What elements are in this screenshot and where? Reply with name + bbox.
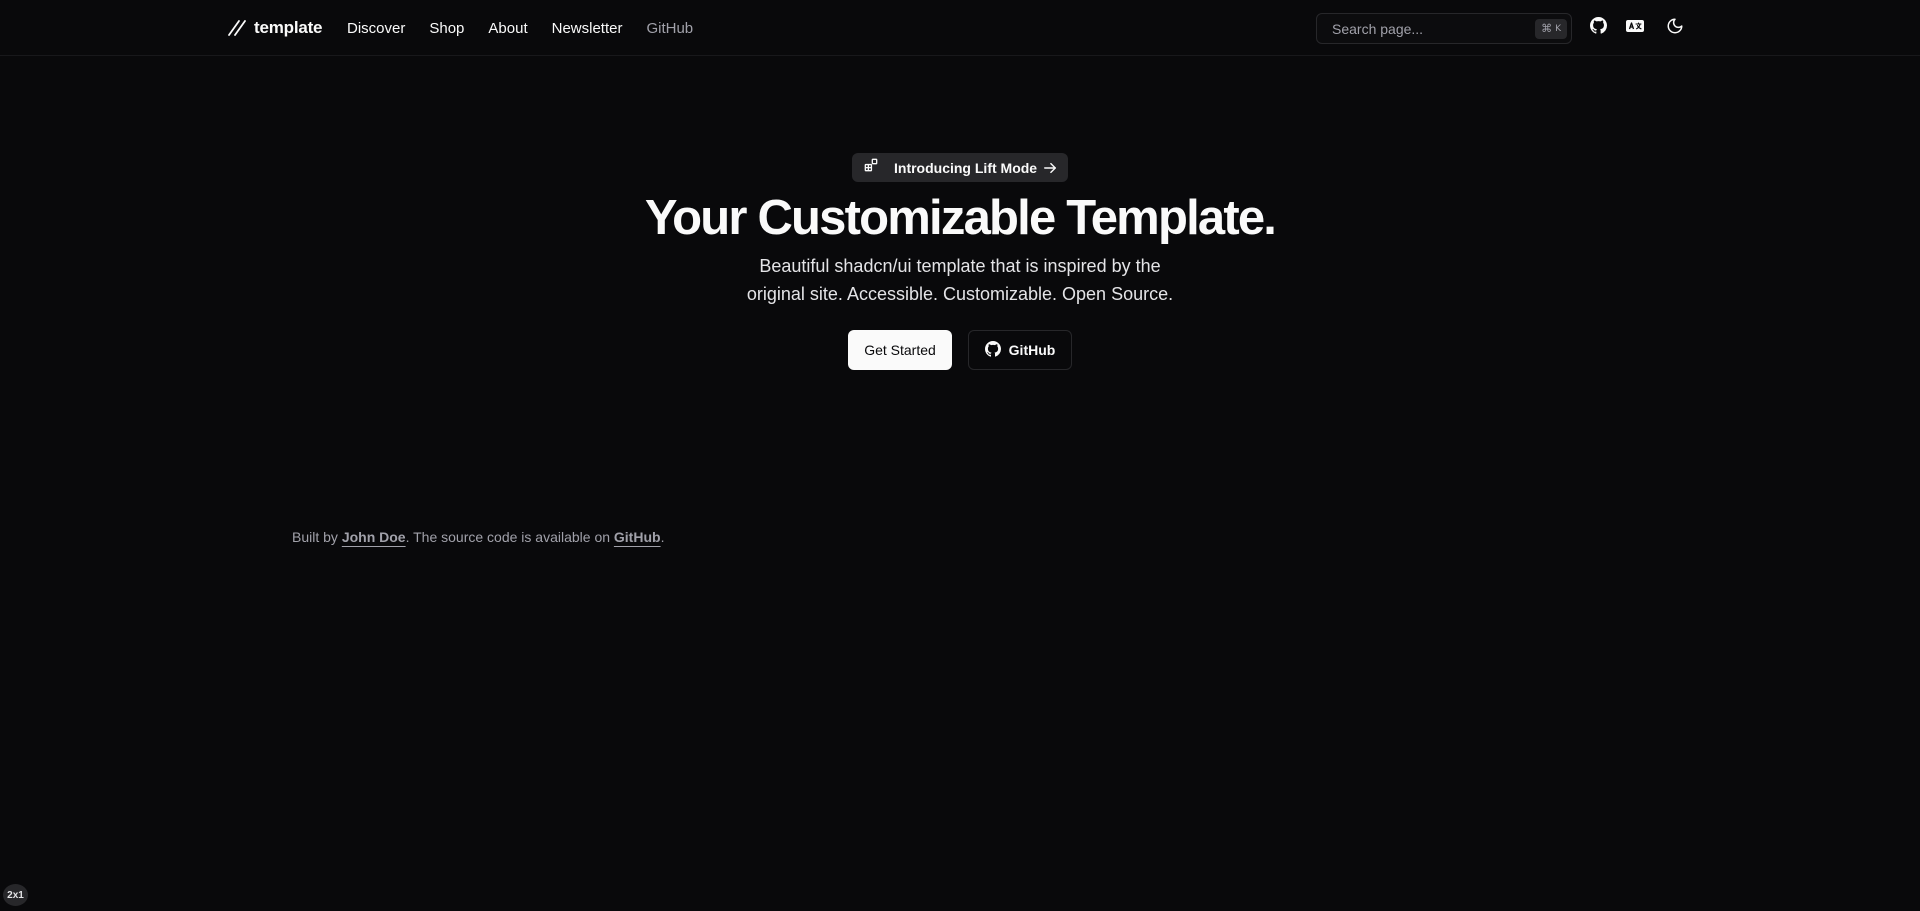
footer-github-link[interactable]: GitHub <box>614 529 661 545</box>
brand-logo-link[interactable]: template <box>226 17 323 39</box>
github-icon <box>984 340 1001 360</box>
slash-logo-icon <box>226 18 246 38</box>
hero-subtitle-line-2: original site. Accessible. Customizable.… <box>746 284 1174 304</box>
zoom-badge: 2x1 <box>3 884 28 906</box>
nav-link-shop[interactable]: Shop <box>429 20 464 37</box>
language-icon <box>1625 18 1645 39</box>
arrow-right-icon <box>1043 161 1057 175</box>
github-button-label: GitHub <box>1008 342 1056 358</box>
get-started-button[interactable]: Get Started <box>848 330 952 370</box>
footer-author-link[interactable]: John Doe <box>342 529 406 545</box>
nav-link-newsletter[interactable]: Newsletter <box>552 20 623 37</box>
nav-link-about[interactable]: About <box>488 20 527 37</box>
github-icon <box>1589 17 1607 39</box>
footer-prefix: Built by <box>292 529 342 545</box>
search-input[interactable]: Search page... ⌘ K <box>1316 13 1572 44</box>
hero-subtitle: Beautiful shadcn/ui template that is ins… <box>0 252 1920 308</box>
site-footer: Built by John Doe. The source code is av… <box>292 529 664 549</box>
hero-subtitle-line-1: Beautiful shadcn/ui template that is ins… <box>759 256 1161 276</box>
github-button[interactable]: GitHub <box>968 330 1072 370</box>
moon-icon <box>1666 17 1684 40</box>
nav-link-discover[interactable]: Discover <box>347 20 405 37</box>
search-shortcut-badge: ⌘ K <box>1535 18 1567 39</box>
nav-link-github[interactable]: GitHub <box>646 20 693 37</box>
announcement-pill[interactable]: Introducing Lift Mode <box>852 153 1068 182</box>
main-nav: Discover Shop About Newsletter GitHub <box>347 18 717 38</box>
command-key: ⌘ <box>1541 22 1553 35</box>
k-key: K <box>1555 23 1561 34</box>
hero-title: Your Customizable Template. <box>644 191 1277 245</box>
footer-suffix: . <box>660 529 665 545</box>
language-icon-button[interactable] <box>1623 16 1647 40</box>
site-header: template Discover Shop About Newsletter … <box>0 0 1920 56</box>
search-placeholder: Search page... <box>1332 20 1424 37</box>
brand-name: template <box>254 18 323 37</box>
blocks-icon <box>864 158 878 177</box>
announcement-label: Introducing Lift Mode <box>894 159 1038 176</box>
github-icon-button[interactable] <box>1586 16 1610 40</box>
theme-toggle-button[interactable] <box>1663 16 1687 40</box>
footer-middle: . The source code is available on <box>405 529 614 545</box>
